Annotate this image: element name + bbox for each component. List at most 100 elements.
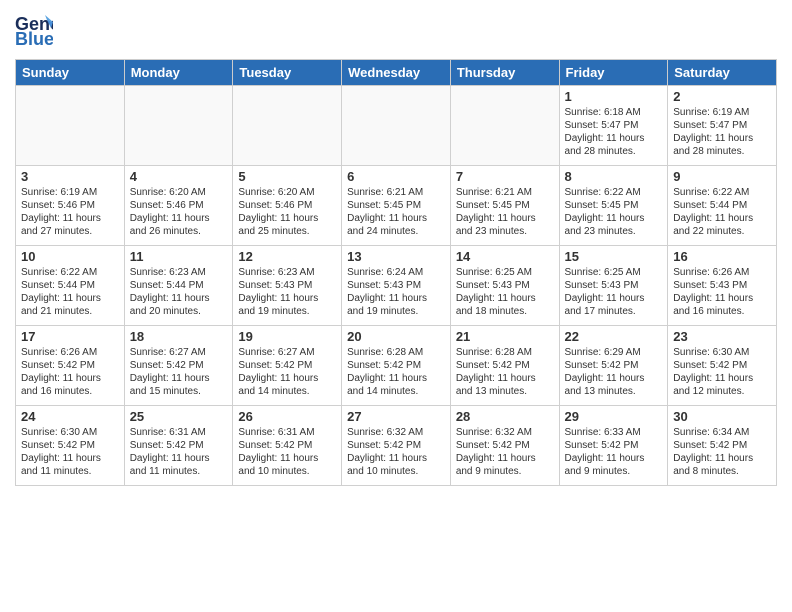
calendar-cell: 29Sunrise: 6:33 AM Sunset: 5:42 PM Dayli… <box>559 406 668 486</box>
calendar-cell: 17Sunrise: 6:26 AM Sunset: 5:42 PM Dayli… <box>16 326 125 406</box>
day-number: 2 <box>673 89 771 104</box>
cell-info: Sunrise: 6:26 AM Sunset: 5:42 PM Dayligh… <box>21 346 119 398</box>
cell-info: Sunrise: 6:19 AM Sunset: 5:46 PM Dayligh… <box>21 186 119 238</box>
calendar-cell: 6 Sunrise: 6:21 AM Sunset: 5:45 PM Daylig… <box>342 166 451 246</box>
calendar-cell <box>233 86 342 166</box>
cell-info: Sunrise: 6:31 AM Sunset: 5:42 PM Dayligh… <box>130 426 228 478</box>
weekday-header-thursday: Thursday <box>450 60 559 86</box>
day-number: 25 <box>130 409 228 424</box>
day-number: 7 <box>456 169 554 184</box>
calendar-cell: 24 Sunrise: 6:30 AM Sunset: 5:42 PM Dayli… <box>16 406 125 486</box>
day-number: 22 <box>565 329 663 344</box>
page-container: General Blue SundayMondayTuesdayWednesda… <box>0 0 792 496</box>
day-number: 11 <box>130 249 228 264</box>
day-number: 10 <box>21 249 119 264</box>
calendar-cell: 8Sunrise: 6:22 AM Sunset: 5:45 PM Daylig… <box>559 166 668 246</box>
week-row-2: 3 Sunrise: 6:19 AM Sunset: 5:46 PM Daylig… <box>16 166 777 246</box>
cell-info: Sunrise: 6:27 AM Sunset: 5:42 PM Dayligh… <box>130 346 228 398</box>
day-number: 21 <box>456 329 554 344</box>
calendar-cell <box>342 86 451 166</box>
calendar-cell <box>16 86 125 166</box>
calendar-cell: 27 Sunrise: 6:32 AM Sunset: 5:42 PM Dayli… <box>342 406 451 486</box>
cell-info: Sunrise: 6:23 AM Sunset: 5:43 PM Dayligh… <box>238 266 336 318</box>
cell-info: Sunrise: 6:32 AM Sunset: 5:42 PM Dayligh… <box>456 426 554 478</box>
day-number: 23 <box>673 329 771 344</box>
calendar-cell: 2 Sunrise: 6:19 AM Sunset: 5:47 PM Daylig… <box>668 86 777 166</box>
day-number: 30 <box>673 409 771 424</box>
calendar-table: SundayMondayTuesdayWednesdayThursdayFrid… <box>15 59 777 486</box>
cell-info: Sunrise: 6:30 AM Sunset: 5:42 PM Dayligh… <box>21 426 119 478</box>
calendar-cell: 12 Sunrise: 6:23 AM Sunset: 5:43 PM Dayli… <box>233 246 342 326</box>
cell-info: Sunrise: 6:24 AM Sunset: 5:43 PM Dayligh… <box>347 266 445 318</box>
weekday-header-sunday: Sunday <box>16 60 125 86</box>
logo: General Blue <box>15 10 58 53</box>
calendar-cell: 21 Sunrise: 6:28 AM Sunset: 5:42 PM Dayli… <box>450 326 559 406</box>
day-number: 9 <box>673 169 771 184</box>
cell-info: Sunrise: 6:33 AM Sunset: 5:42 PM Dayligh… <box>565 426 663 478</box>
weekday-header-friday: Friday <box>559 60 668 86</box>
cell-info: Sunrise: 6:22 AM Sunset: 5:44 PM Dayligh… <box>673 186 771 238</box>
calendar-cell: 10 Sunrise: 6:22 AM Sunset: 5:44 PM Dayli… <box>16 246 125 326</box>
calendar-cell: 11 Sunrise: 6:23 AM Sunset: 5:44 PM Dayli… <box>124 246 233 326</box>
cell-info: Sunrise: 6:34 AM Sunset: 5:42 PM Dayligh… <box>673 426 771 478</box>
cell-info: Sunrise: 6:21 AM Sunset: 5:45 PM Dayligh… <box>456 186 554 238</box>
week-row-5: 24 Sunrise: 6:30 AM Sunset: 5:42 PM Dayli… <box>16 406 777 486</box>
day-number: 20 <box>347 329 445 344</box>
cell-info: Sunrise: 6:26 AM Sunset: 5:43 PM Dayligh… <box>673 266 771 318</box>
day-number: 13 <box>347 249 445 264</box>
cell-info: Sunrise: 6:32 AM Sunset: 5:42 PM Dayligh… <box>347 426 445 478</box>
day-number: 27 <box>347 409 445 424</box>
cell-info: Sunrise: 6:30 AM Sunset: 5:42 PM Dayligh… <box>673 346 771 398</box>
cell-info: Sunrise: 6:25 AM Sunset: 5:43 PM Dayligh… <box>456 266 554 318</box>
day-number: 5 <box>238 169 336 184</box>
calendar-cell: 4 Sunrise: 6:20 AM Sunset: 5:46 PM Daylig… <box>124 166 233 246</box>
cell-info: Sunrise: 6:29 AM Sunset: 5:42 PM Dayligh… <box>565 346 663 398</box>
day-number: 4 <box>130 169 228 184</box>
week-row-4: 17Sunrise: 6:26 AM Sunset: 5:42 PM Dayli… <box>16 326 777 406</box>
calendar-cell: 28Sunrise: 6:32 AM Sunset: 5:42 PM Dayli… <box>450 406 559 486</box>
cell-info: Sunrise: 6:28 AM Sunset: 5:42 PM Dayligh… <box>456 346 554 398</box>
day-number: 24 <box>21 409 119 424</box>
calendar-cell: 16 Sunrise: 6:26 AM Sunset: 5:43 PM Dayli… <box>668 246 777 326</box>
day-number: 6 <box>347 169 445 184</box>
cell-info: Sunrise: 6:20 AM Sunset: 5:46 PM Dayligh… <box>238 186 336 238</box>
calendar-cell: 5 Sunrise: 6:20 AM Sunset: 5:46 PM Daylig… <box>233 166 342 246</box>
week-row-1: 1Sunrise: 6:18 AM Sunset: 5:47 PM Daylig… <box>16 86 777 166</box>
cell-info: Sunrise: 6:23 AM Sunset: 5:44 PM Dayligh… <box>130 266 228 318</box>
calendar-cell: 13 Sunrise: 6:24 AM Sunset: 5:43 PM Dayli… <box>342 246 451 326</box>
day-number: 18 <box>130 329 228 344</box>
logo-icon: General Blue <box>15 10 53 53</box>
calendar-cell <box>124 86 233 166</box>
header: General Blue <box>15 10 777 53</box>
cell-info: Sunrise: 6:20 AM Sunset: 5:46 PM Dayligh… <box>130 186 228 238</box>
day-number: 15 <box>565 249 663 264</box>
cell-info: Sunrise: 6:21 AM Sunset: 5:45 PM Dayligh… <box>347 186 445 238</box>
calendar-cell: 20 Sunrise: 6:28 AM Sunset: 5:42 PM Dayli… <box>342 326 451 406</box>
cell-info: Sunrise: 6:18 AM Sunset: 5:47 PM Dayligh… <box>565 106 663 158</box>
calendar-cell <box>450 86 559 166</box>
svg-text:Blue: Blue <box>15 29 53 48</box>
day-number: 19 <box>238 329 336 344</box>
calendar-cell: 7 Sunrise: 6:21 AM Sunset: 5:45 PM Daylig… <box>450 166 559 246</box>
day-number: 12 <box>238 249 336 264</box>
calendar-cell: 19 Sunrise: 6:27 AM Sunset: 5:42 PM Dayli… <box>233 326 342 406</box>
weekday-header-monday: Monday <box>124 60 233 86</box>
calendar-cell: 18 Sunrise: 6:27 AM Sunset: 5:42 PM Dayli… <box>124 326 233 406</box>
calendar-cell: 26 Sunrise: 6:31 AM Sunset: 5:42 PM Dayli… <box>233 406 342 486</box>
cell-info: Sunrise: 6:28 AM Sunset: 5:42 PM Dayligh… <box>347 346 445 398</box>
day-number: 16 <box>673 249 771 264</box>
cell-info: Sunrise: 6:27 AM Sunset: 5:42 PM Dayligh… <box>238 346 336 398</box>
day-number: 14 <box>456 249 554 264</box>
weekday-header-saturday: Saturday <box>668 60 777 86</box>
calendar-cell: 3 Sunrise: 6:19 AM Sunset: 5:46 PM Daylig… <box>16 166 125 246</box>
cell-info: Sunrise: 6:19 AM Sunset: 5:47 PM Dayligh… <box>673 106 771 158</box>
weekday-header-tuesday: Tuesday <box>233 60 342 86</box>
calendar-cell: 14 Sunrise: 6:25 AM Sunset: 5:43 PM Dayli… <box>450 246 559 326</box>
week-row-3: 10 Sunrise: 6:22 AM Sunset: 5:44 PM Dayli… <box>16 246 777 326</box>
day-number: 26 <box>238 409 336 424</box>
cell-info: Sunrise: 6:22 AM Sunset: 5:44 PM Dayligh… <box>21 266 119 318</box>
cell-info: Sunrise: 6:25 AM Sunset: 5:43 PM Dayligh… <box>565 266 663 318</box>
day-number: 3 <box>21 169 119 184</box>
cell-info: Sunrise: 6:22 AM Sunset: 5:45 PM Dayligh… <box>565 186 663 238</box>
cell-info: Sunrise: 6:31 AM Sunset: 5:42 PM Dayligh… <box>238 426 336 478</box>
